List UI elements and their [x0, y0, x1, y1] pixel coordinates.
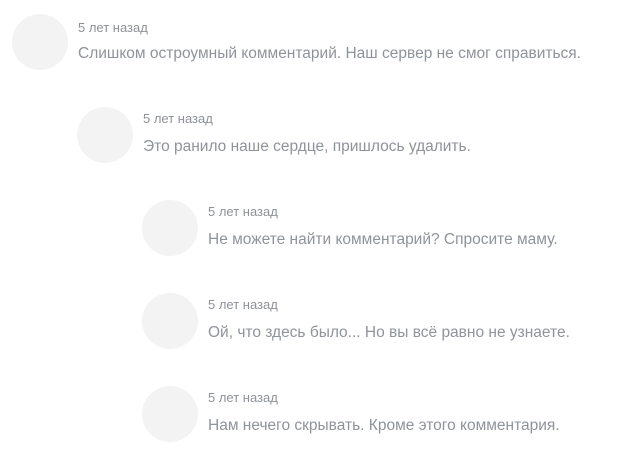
- comment-text: Слишком остроумный комментарий. Наш серв…: [78, 45, 581, 62]
- comment-timestamp: 5 лет назад: [143, 111, 213, 126]
- comment-timestamp: 5 лет назад: [208, 297, 278, 312]
- comment-timestamp: 5 лет назад: [208, 204, 278, 219]
- comment-timestamp: 5 лет назад: [208, 390, 278, 405]
- comment-timestamp: 5 лет назад: [78, 20, 148, 35]
- comment-text: Не можете найти комментарий? Спросите ма…: [208, 231, 558, 248]
- avatar-placeholder: [142, 386, 198, 442]
- avatar-placeholder: [142, 200, 198, 256]
- comment-text: Ой, что здесь было... Но вы всё равно не…: [208, 324, 570, 341]
- avatar-placeholder: [77, 107, 133, 163]
- comment-text: Нам нечего скрывать. Кроме этого коммент…: [208, 417, 560, 434]
- avatar-placeholder: [142, 293, 198, 349]
- comment-thread: 5 лет назад Слишком остроумный комментар…: [0, 0, 619, 461]
- avatar-placeholder: [12, 14, 68, 70]
- comment-text: Это ранило наше сердце, пришлось удалить…: [143, 138, 471, 155]
